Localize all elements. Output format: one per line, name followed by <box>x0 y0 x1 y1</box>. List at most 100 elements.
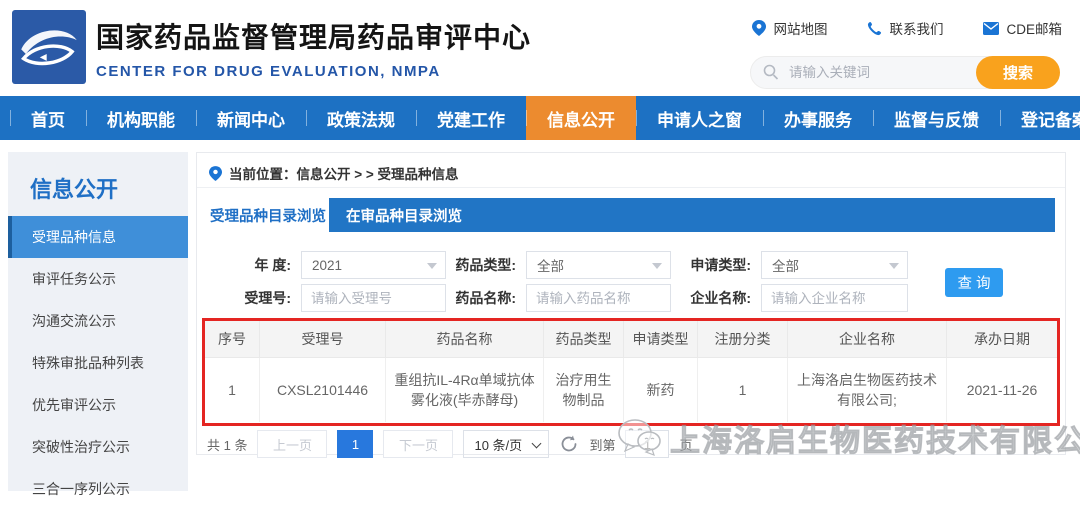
sidebar-item-label: 突破性治疗公示 <box>32 439 130 455</box>
drug-name-label: 药品名称: <box>455 290 516 306</box>
contact-link[interactable]: 联系我们 <box>867 18 943 38</box>
top-links: 网站地图 联系我们 CDE邮箱 <box>752 18 1062 38</box>
table-header-cell: 申请类型 <box>624 321 698 357</box>
page-size-value: 10 条/页 <box>474 437 523 453</box>
company-label: 企业名称: <box>690 290 751 306</box>
cell-date: 2021-11-26 <box>966 381 1038 398</box>
tab-accepted-catalog[interactable]: 受理品种目录浏览 <box>207 198 329 232</box>
table-header-row: 序号 受理号 药品名称 药品类型 申请类型 注册分类 企业名称 承办日期 <box>205 321 1057 358</box>
apply-type-value: 全部 <box>772 259 799 274</box>
site-header: 国家药品监督管理局药品审评中心 CENTER FOR DRUG EVALUATI… <box>0 0 1080 96</box>
sidebar-item[interactable]: 优先审评公示 <box>8 384 188 426</box>
nav-item-label: 监督与反馈 <box>894 110 979 130</box>
table-row[interactable]: 1 CXSL2101446 重组抗IL-4Rα单域抗体雾化液(毕赤酵母) 治疗用… <box>205 358 1057 422</box>
filter-year: 年 度: 2021 <box>217 251 446 279</box>
sidebar-item-label: 优先审评公示 <box>32 397 116 413</box>
location-pin-icon <box>752 20 767 36</box>
nav-item[interactable]: 机构职能 <box>86 96 196 140</box>
total-count: 共 1 条 <box>207 437 248 453</box>
cell-company: 上海洛启生物医药技术有限公司; <box>788 358 947 422</box>
drug-type-select[interactable]: 全部 <box>526 251 671 279</box>
search-icon <box>763 64 779 80</box>
nav-item-label: 登记备案平台 <box>1021 110 1080 130</box>
year-label: 年 度: <box>254 257 291 273</box>
nav-item[interactable]: 信息公开 <box>526 96 636 140</box>
next-page-button[interactable]: 下一页 <box>383 430 454 458</box>
breadcrumb: 当前位置：信息公开 > > 受理品种信息 <box>209 159 459 187</box>
nav-item[interactable]: 登记备案平台 <box>1000 96 1080 140</box>
caret-down-icon <box>889 263 899 269</box>
main-nav: 首页 机构职能 新闻中心 政策法规 党建工作 信息公开 申请人之窗 办事服务 监督与反馈 登记备案… <box>0 96 1080 140</box>
nav-item[interactable]: 申请人之窗 <box>636 96 763 140</box>
apply-type-select[interactable]: 全部 <box>761 251 908 279</box>
nav-item[interactable]: 办事服务 <box>763 96 873 140</box>
page-size-select[interactable]: 10 条/页 <box>463 430 550 458</box>
table-body: 1 CXSL2101446 重组抗IL-4Rα单域抗体雾化液(毕赤酵母) 治疗用… <box>205 358 1057 422</box>
accept-no-input[interactable] <box>301 284 446 312</box>
nav-item[interactable]: 党建工作 <box>416 96 526 140</box>
nav-item[interactable]: 新闻中心 <box>196 96 306 140</box>
nav-item-label: 办事服务 <box>784 110 852 130</box>
breadcrumb-pin-icon <box>209 165 222 181</box>
year-select[interactable]: 2021 <box>301 251 446 279</box>
cell-seq: 1 <box>205 358 260 422</box>
caret-down-icon <box>652 263 662 269</box>
sitemap-link[interactable]: 网站地图 <box>752 18 827 38</box>
table-header-cell: 承办日期 <box>974 331 1030 347</box>
cde-logo <box>12 10 86 84</box>
nav-list: 首页 机构职能 新闻中心 政策法规 党建工作 信息公开 申请人之窗 办事服务 监督与反馈 登记备案… <box>0 96 1080 140</box>
cell-drug-type: 治疗用生物制品 <box>544 358 624 422</box>
company-input[interactable] <box>761 284 908 312</box>
filter-drug-type: 药品类型: 全部 <box>435 251 671 279</box>
contact-label: 联系我们 <box>889 22 944 37</box>
chevron-down-icon <box>532 438 542 449</box>
search-button[interactable]: 搜索 <box>976 56 1060 89</box>
nav-item-label: 信息公开 <box>547 110 615 130</box>
highlighted-results-table: 序号 受理号 药品名称 药品类型 申请类型 注册分类 企业名称 承办日期 1 CXSL2101… <box>202 318 1060 426</box>
nav-item[interactable]: 政策法规 <box>306 96 416 140</box>
query-button[interactable]: 查 询 <box>945 268 1003 297</box>
divider <box>197 187 1065 188</box>
drug-type-label: 药品类型: <box>455 257 516 273</box>
sidebar-item[interactable]: 受理品种信息 <box>8 216 188 258</box>
table-header-cell: 药品名称 <box>386 321 544 357</box>
page-number-button[interactable]: 1 <box>337 430 374 458</box>
content-panel: 当前位置：信息公开 > > 受理品种信息 受理品种目录浏览 在审品种目录浏览 年… <box>196 152 1066 458</box>
sidebar-item-label: 沟通交流公示 <box>32 313 116 329</box>
tab-under-review-catalog[interactable]: 在审品种目录浏览 <box>329 198 479 232</box>
nav-item-label: 申请人之窗 <box>657 110 742 130</box>
nav-item-label: 新闻中心 <box>217 110 285 130</box>
sidebar-title: 信息公开 <box>30 177 119 202</box>
sidebar-item[interactable]: 沟通交流公示 <box>8 300 188 342</box>
sidebar-item[interactable]: 突破性治疗公示 <box>8 426 188 468</box>
sidebar-item[interactable]: 特殊审批品种列表 <box>8 342 188 384</box>
year-value: 2021 <box>312 257 343 273</box>
refresh-icon[interactable] <box>559 434 579 454</box>
sidebar-list: 受理品种信息审评任务公示沟通交流公示特殊审批品种列表优先审评公示 突破性治疗公示三… <box>8 216 188 510</box>
nav-item[interactable]: 首页 <box>10 96 86 140</box>
drug-type-value: 全部 <box>537 259 564 274</box>
goto-page-input[interactable] <box>625 430 670 458</box>
drug-name-input[interactable] <box>526 284 671 312</box>
prev-page-button[interactable]: 上一页 <box>257 430 328 458</box>
apply-type-label: 申请类型: <box>690 257 751 273</box>
table-header-cell: 企业名称 <box>788 321 947 357</box>
phone-icon <box>868 21 882 35</box>
sidebar-item[interactable]: 三合一序列公示 <box>8 468 188 510</box>
filter-apply-type: 申请类型: 全部 <box>665 251 908 279</box>
table-header-cell: 注册分类 <box>698 321 788 357</box>
filter-accept-no: 受理号: <box>217 284 446 312</box>
sidebar-item[interactable]: 审评任务公示 <box>8 258 188 300</box>
pagination: 共 1 条 上一页 1 下一页 10 条/页 到第 页 <box>207 430 693 458</box>
sidebar-item-label: 受理品种信息 <box>32 229 116 245</box>
nav-item-label: 党建工作 <box>437 110 505 130</box>
site-subtitle: CENTER FOR DRUG EVALUATION, NMPA <box>96 63 441 80</box>
cell-apply-type: 新药 <box>624 358 698 422</box>
tab-bar: 受理品种目录浏览 在审品种目录浏览 <box>207 198 1055 232</box>
brand-block: 国家药品监督管理局药品审评中心 CENTER FOR DRUG EVALUATI… <box>96 16 531 80</box>
table-header-cell: 受理号 <box>260 321 386 357</box>
mailbox-link[interactable]: CDE邮箱 <box>983 18 1062 38</box>
nav-item[interactable]: 监督与反馈 <box>873 96 1000 140</box>
cell-drug-name: 重组抗IL-4Rα单域抗体雾化液(毕赤酵母) <box>386 358 544 422</box>
sitemap-label: 网站地图 <box>773 22 828 37</box>
